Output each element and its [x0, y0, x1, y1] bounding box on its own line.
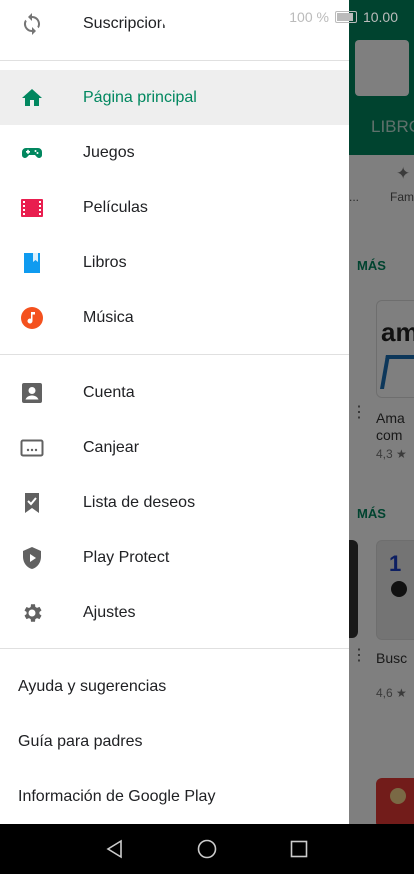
film-icon	[20, 196, 44, 220]
music-icon	[20, 306, 44, 330]
gear-icon	[20, 601, 44, 625]
clock: 10.00	[362, 9, 398, 25]
status-indicators: 100 % 10.00	[289, 9, 398, 25]
shield-icon	[20, 546, 44, 570]
drawer-item-account[interactable]: Cuenta	[0, 365, 349, 420]
drawer-item-label: Página principal	[83, 88, 197, 106]
drawer-item-label: Cuenta	[83, 383, 135, 401]
drawer-item-parent-guide[interactable]: Guía para padres	[0, 714, 349, 769]
drawer-item-label: Lista de deseos	[83, 493, 196, 511]
drawer-item-label: Canjear	[83, 438, 140, 456]
drawer-item-label: Ajustes	[83, 603, 136, 621]
status-bar: 100 % 10.00	[0, 0, 414, 36]
camera-notch	[160, 0, 265, 34]
drawer-item-label: Play Protect	[83, 548, 170, 566]
navigation-drawer: Suscripciones Página principal Juegos Pe…	[0, 0, 349, 824]
drawer-item-settings[interactable]: Ajustes	[0, 585, 349, 640]
system-navigation-bar	[0, 824, 414, 874]
drawer-item-movies[interactable]: Películas	[0, 180, 349, 235]
divider	[0, 60, 349, 61]
home-icon	[20, 86, 44, 110]
drawer-item-label: Libros	[83, 253, 127, 271]
battery-icon	[334, 11, 357, 23]
book-icon	[20, 251, 44, 275]
wishlist-icon	[20, 491, 44, 515]
home-button-icon[interactable]	[195, 837, 219, 861]
drawer-item-label: Información de Google Play	[18, 787, 216, 805]
drawer-item-music[interactable]: Música	[0, 290, 349, 345]
divider	[0, 648, 349, 649]
drawer-item-play-protect[interactable]: Play Protect	[0, 530, 349, 585]
drawer-item-wishlist[interactable]: Lista de deseos	[0, 475, 349, 530]
battery-percentage: 100 %	[289, 9, 329, 25]
drawer-item-about[interactable]: Información de Google Play	[0, 769, 349, 824]
drawer-item-books[interactable]: Libros	[0, 235, 349, 290]
redeem-icon	[20, 436, 44, 460]
drawer-item-label: Ayuda y sugerencias	[18, 677, 167, 695]
drawer-item-label: Guía para padres	[18, 732, 143, 750]
drawer-item-label: Películas	[83, 198, 148, 216]
account-icon	[20, 381, 44, 405]
drawer-item-home[interactable]: Página principal	[0, 70, 349, 125]
back-icon[interactable]	[103, 837, 127, 861]
drawer-item-games[interactable]: Juegos	[0, 125, 349, 180]
drawer-item-redeem[interactable]: Canjear	[0, 420, 349, 475]
gamepad-icon	[20, 141, 44, 165]
drawer-item-label: Juegos	[83, 143, 135, 161]
drawer-item-label: Música	[83, 308, 134, 326]
recents-icon[interactable]	[287, 837, 311, 861]
divider	[0, 354, 349, 355]
drawer-item-help[interactable]: Ayuda y sugerencias	[0, 659, 349, 714]
